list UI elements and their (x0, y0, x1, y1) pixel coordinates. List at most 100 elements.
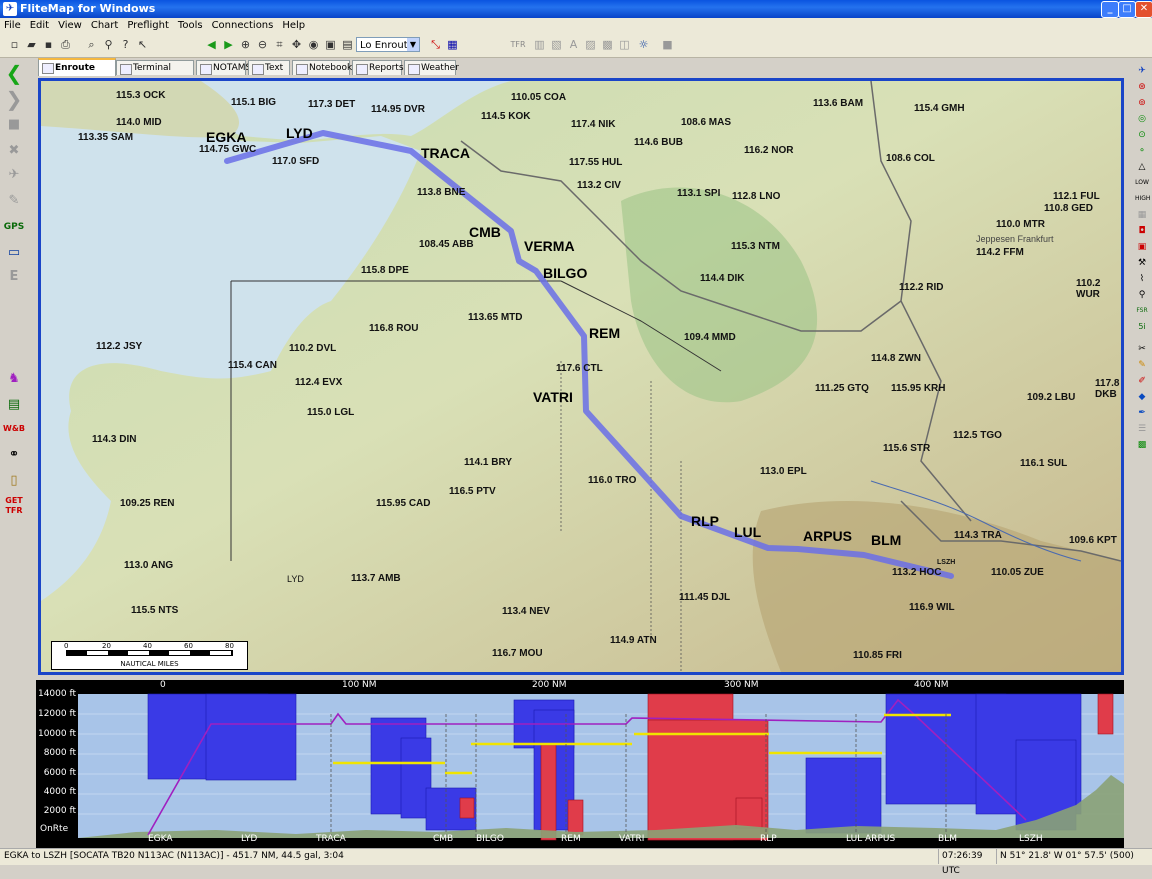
save-icon[interactable]: ▪ (41, 37, 56, 52)
navaid-kpt[interactable]: 109.6 KPT (1069, 535, 1117, 546)
route-tool-icon[interactable]: ⤡ (428, 37, 443, 52)
fit-route-icon[interactable]: ▣ (323, 37, 338, 52)
new-icon[interactable]: ▫ (7, 37, 22, 52)
overlay-icon-1[interactable]: ▥ (532, 37, 547, 52)
vertical-profile[interactable]: 0 100 NM 200 NM 300 NM 400 NM 14000 ft 1… (36, 680, 1124, 848)
navaid-rou[interactable]: 116.8 ROU (369, 323, 418, 334)
navaid-can[interactable]: 115.4 CAN (228, 360, 277, 371)
next-arrow-icon[interactable]: ❯ (3, 88, 25, 110)
navaid-sam[interactable]: 113.35 SAM (78, 132, 133, 143)
menu-tools[interactable]: Tools (174, 18, 208, 31)
zoom-in-icon[interactable]: ⊕ (238, 37, 253, 52)
navaid-mtd[interactable]: 113.65 MTD (468, 312, 522, 323)
overlay-icon-5[interactable]: ▩ (600, 37, 615, 52)
navaid-nor[interactable]: 116.2 NOR (744, 145, 793, 156)
navaid-col[interactable]: 108.6 COL (886, 153, 935, 164)
e-icon[interactable]: E (3, 266, 25, 288)
menu-file[interactable]: File (0, 18, 26, 31)
edit-icon[interactable]: ✎ (3, 190, 25, 212)
navaid-nts[interactable]: 115.5 NTS (131, 605, 178, 616)
tfr-label[interactable]: TFR (508, 37, 528, 52)
navaid-dpe[interactable]: 115.8 DPE (361, 265, 409, 276)
navaid-mmd[interactable]: 109.4 MMD (684, 332, 736, 343)
previous-arrow-icon[interactable]: ❮ (3, 62, 25, 84)
navaid-nev[interactable]: 113.4 NEV (502, 606, 550, 617)
print-icon[interactable]: ⎙ (58, 37, 73, 52)
navaid-wil[interactable]: 116.9 WIL (909, 602, 955, 613)
navaid-dkb[interactable]: 117.8 DKB (1095, 378, 1121, 400)
navaid-fri[interactable]: 110.85 FRI (853, 650, 902, 661)
weather-icon[interactable]: ☼ (636, 37, 651, 52)
pan-icon[interactable]: ✥ (289, 37, 304, 52)
navaid-spi[interactable]: 113.1 SPI (677, 188, 720, 199)
navaid-nik[interactable]: 117.4 NIK (571, 119, 615, 130)
chart-type-select[interactable]: Lo Enroute ▼ (356, 37, 420, 52)
zoom-out-icon[interactable]: ⊖ (255, 37, 270, 52)
wizard-icon[interactable]: ♞ (3, 368, 25, 390)
plane-icon[interactable]: ✈ (3, 164, 25, 186)
gps-button[interactable]: GPS (3, 216, 25, 238)
navaid-dvr[interactable]: 114.95 DVR (371, 104, 425, 115)
navaid-djl[interactable]: 111.45 DJL (679, 592, 730, 603)
navaid-zue[interactable]: 110.05 ZUE (991, 567, 1044, 578)
navaid-ffm[interactable]: 114.2 FFM (976, 247, 1024, 258)
maximize-button[interactable]: □ (1118, 1, 1136, 18)
fsr-button[interactable]: FSR (1135, 304, 1149, 318)
navaid-str[interactable]: 115.6 STR (883, 443, 930, 454)
context-help-icon[interactable]: ↖ (135, 37, 150, 52)
navaid-din[interactable]: 114.3 DIN (92, 434, 136, 445)
menu-edit[interactable]: Edit (26, 18, 54, 31)
marker-icon[interactable]: ✐ (1135, 374, 1149, 388)
five-i-button[interactable]: 5i (1135, 320, 1149, 334)
airport-icon[interactable]: ✈ (1135, 64, 1149, 78)
tab-reports[interactable]: Reports (352, 60, 404, 75)
navaid-cad[interactable]: 115.95 CAD (376, 498, 430, 509)
navaid-gtq[interactable]: 111.25 GTQ (815, 383, 869, 394)
navaid-kok[interactable]: 114.5 KOK (481, 111, 530, 122)
reporting-icon[interactable]: ⚬ (1135, 144, 1149, 158)
chart-icon[interactable]: ▤ (3, 394, 25, 416)
navaid-sul[interactable]: 116.1 SUL (1020, 458, 1067, 469)
tools-icon[interactable]: ⚒ (1135, 256, 1149, 270)
navaid-tro[interactable]: 116.0 TRO (588, 475, 636, 486)
navaid-mtr[interactable]: 110.0 MTR (996, 219, 1045, 230)
navaid-bne[interactable]: 113.8 BNE (417, 187, 465, 198)
waypoint-blm[interactable]: BLM (871, 532, 901, 548)
tab-notams[interactable]: NOTAMS (196, 60, 251, 75)
enroute-map[interactable]: EGKA LYD TRACA CMB VERMA BILGO REM VATRI… (38, 78, 1124, 675)
back-icon[interactable]: ◀ (204, 37, 219, 52)
navaid-amb[interactable]: 113.7 AMB (351, 573, 401, 584)
drop-icon[interactable]: ◆ (1135, 390, 1149, 404)
triangle-icon[interactable]: △ (1135, 160, 1149, 174)
open-icon[interactable]: ▰ (24, 37, 39, 52)
navaid-lno[interactable]: 112.8 LNO (732, 191, 780, 202)
navaid-gmh[interactable]: 115.4 GMH (914, 103, 965, 114)
navaid-hul[interactable]: 117.55 HUL (569, 157, 622, 168)
waypoint-lyd[interactable]: LYD (286, 125, 313, 141)
delete-square-icon[interactable]: ✖ (3, 140, 25, 162)
navaid-dvl[interactable]: 110.2 DVL (289, 343, 336, 354)
binoculars-icon[interactable]: ⚭ (3, 444, 25, 466)
navaid-ang[interactable]: 113.0 ANG (124, 560, 173, 571)
navaid-zwn[interactable]: 114.8 ZWN (871, 353, 921, 364)
navaid-sfd[interactable]: 117.0 SFD (272, 156, 319, 167)
menu-help[interactable]: Help (278, 18, 310, 31)
navaid-lgl[interactable]: 115.0 LGL (307, 407, 354, 418)
airport-lszh[interactable]: LSZH (937, 559, 955, 566)
find-icon[interactable]: ⚲ (101, 37, 116, 52)
navaid-big[interactable]: 115.1 BIG (231, 97, 276, 108)
navaid-bam[interactable]: 113.6 BAM (813, 98, 863, 109)
minimize-button[interactable]: _ (1101, 1, 1119, 18)
navaid-hoc[interactable]: 113.2 HOC (892, 567, 941, 578)
navaid-ock[interactable]: 115.3 OCK (116, 90, 165, 101)
navaid-tra[interactable]: 114.3 TRA (954, 530, 1002, 541)
menu-preflight[interactable]: Preflight (123, 18, 174, 31)
extra-icon[interactable]: ■ (660, 37, 675, 52)
waypoint-egka[interactable]: EGKA (206, 129, 246, 145)
grid-icon[interactable]: ▦ (1135, 208, 1149, 222)
waypoint-lul[interactable]: LUL (734, 524, 761, 540)
navaid-ful[interactable]: 112.1 FUL (1053, 191, 1100, 202)
vor-icon[interactable]: ⊛ (1135, 80, 1149, 94)
navaid-mou[interactable]: 116.7 MOU (492, 648, 543, 659)
navaid-ntm[interactable]: 115.3 NTM (731, 241, 780, 252)
